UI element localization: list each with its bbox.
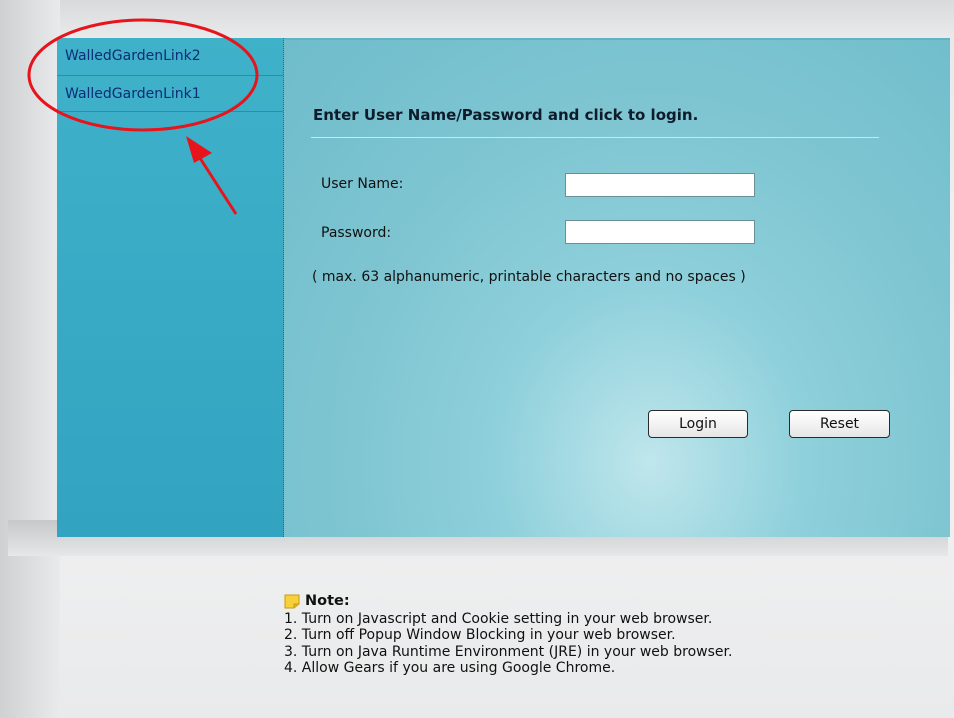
- note-line: 4. Allow Gears if you are using Google C…: [284, 660, 616, 676]
- reset-button[interactable]: Reset: [789, 410, 890, 438]
- sidebar-item-walledgardenlink2[interactable]: WalledGardenLink2: [57, 38, 283, 76]
- sidebar-item-walledgardenlink1[interactable]: WalledGardenLink1: [57, 76, 283, 112]
- note-line: 1. Turn on Javascript and Cookie setting…: [284, 610, 713, 627]
- sidebar: WalledGardenLink2 WalledGardenLink1: [57, 38, 284, 537]
- username-input[interactable]: [565, 173, 755, 197]
- password-label: Password:: [321, 225, 392, 241]
- note-icon: [284, 594, 300, 609]
- page-background-left: [0, 0, 60, 718]
- note-line: 2. Turn off Popup Window Blocking in you…: [284, 627, 676, 643]
- password-input[interactable]: [565, 220, 755, 244]
- login-button[interactable]: Login: [648, 410, 748, 438]
- note-line: 3. Turn on Java Runtime Environment (JRE…: [284, 643, 733, 660]
- note-block: Note: 1. Turn on Javascript and Cookie s…: [284, 593, 934, 677]
- password-hint: ( max. 63 alphanumeric, printable charac…: [312, 269, 746, 285]
- login-panel: Enter User Name/Password and click to lo…: [284, 38, 950, 537]
- login-title: Enter User Name/Password and click to lo…: [313, 106, 699, 124]
- note-heading-text: Note:: [305, 593, 350, 609]
- title-divider: [311, 137, 879, 138]
- username-label: User Name:: [321, 176, 404, 192]
- note-heading: Note:: [284, 593, 934, 610]
